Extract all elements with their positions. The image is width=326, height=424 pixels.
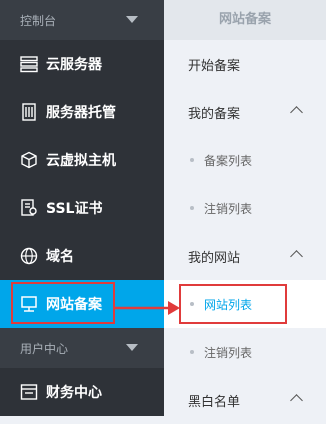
submenu-panel: 网站备案 开始备案 我的备案 备案列表 注销列表 我的网站 网站列表 注销列表 … bbox=[164, 0, 326, 416]
submenu-label: 注销列表 bbox=[204, 202, 253, 216]
user-center-group-label: 用户中心 bbox=[20, 342, 69, 356]
bullet-icon bbox=[190, 158, 194, 162]
sidebar-item-cloud-server[interactable]: 云服务器 bbox=[0, 40, 164, 88]
submenu-label: 我的备案 bbox=[188, 107, 241, 122]
sidebar-item-label: 云虚拟主机 bbox=[46, 153, 116, 169]
sidebar-item-label: SSL证书 bbox=[46, 201, 103, 217]
submenu-start-filing[interactable]: 开始备案 bbox=[164, 40, 326, 88]
submenu-label: 开始备案 bbox=[188, 59, 241, 74]
chevron-up-icon bbox=[290, 250, 303, 263]
chevron-up-icon bbox=[290, 106, 303, 119]
submenu-my-filing[interactable]: 我的备案 bbox=[164, 88, 326, 136]
server-hosting-icon bbox=[22, 103, 36, 121]
sidebar-item-label: 云服务器 bbox=[46, 57, 102, 73]
sidebar-item-label: 服务器托管 bbox=[46, 105, 116, 121]
certificate-icon bbox=[21, 199, 37, 216]
sidebar-item-ssl[interactable]: SSL证书 bbox=[0, 184, 164, 232]
sidebar-item-server-hosting[interactable]: 服务器托管 bbox=[0, 88, 164, 136]
sidebar-item-virtual-host[interactable]: 云虚拟主机 bbox=[0, 136, 164, 184]
submenu-label: 备案列表 bbox=[204, 154, 253, 168]
submenu-my-sites[interactable]: 我的网站 bbox=[164, 232, 326, 280]
submenu-filing-list[interactable]: 备案列表 bbox=[164, 136, 326, 184]
server-icon bbox=[20, 56, 38, 73]
submenu-title: 网站备案 bbox=[164, 0, 326, 40]
console-group-label: 控制台 bbox=[20, 14, 57, 28]
highlight-box-submenu bbox=[179, 284, 287, 324]
sidebar-item-label: 域名 bbox=[46, 249, 74, 265]
sidebar-item-finance[interactable]: 财务中心 bbox=[0, 368, 164, 416]
submenu-label: 我的网站 bbox=[188, 251, 241, 266]
sidebar: 控制台 云服务器 服务器托管 云虚拟主机 SSL证书 域名 网站备案 用户中心 … bbox=[0, 0, 164, 416]
finance-icon bbox=[20, 384, 38, 400]
caret-down-icon bbox=[126, 344, 138, 351]
submenu-cancel-list-2[interactable]: 注销列表 bbox=[164, 328, 326, 376]
sidebar-item-domain[interactable]: 域名 bbox=[0, 232, 164, 280]
submenu-cancel-list[interactable]: 注销列表 bbox=[164, 184, 326, 232]
submenu-blacklist[interactable]: 黑白名单 bbox=[164, 376, 326, 424]
caret-down-icon bbox=[126, 16, 138, 23]
chevron-up-icon bbox=[290, 394, 303, 407]
submenu-label: 黑白名单 bbox=[188, 395, 241, 410]
globe-icon bbox=[20, 247, 38, 265]
console-group-header[interactable]: 控制台 bbox=[0, 0, 164, 40]
cube-icon bbox=[21, 151, 37, 169]
submenu-label: 注销列表 bbox=[204, 346, 253, 360]
arrow-right-icon bbox=[115, 301, 180, 315]
bullet-icon bbox=[190, 206, 194, 210]
sidebar-item-label: 财务中心 bbox=[46, 385, 102, 401]
highlight-box-sidebar bbox=[11, 282, 115, 324]
bullet-icon bbox=[190, 350, 194, 354]
user-center-group-header[interactable]: 用户中心 bbox=[0, 328, 164, 368]
